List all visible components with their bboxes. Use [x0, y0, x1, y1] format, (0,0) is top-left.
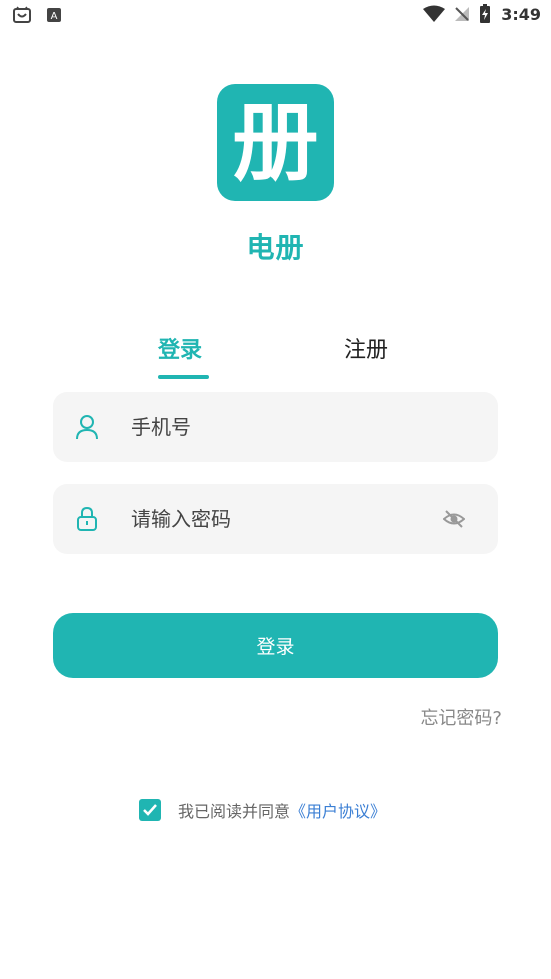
tab-register[interactable]: 注册 — [344, 332, 388, 364]
lock-icon — [77, 506, 97, 531]
app-logo-glyph: 册 — [232, 92, 319, 193]
store-notification-icon — [13, 6, 31, 23]
phone-field[interactable] — [53, 392, 498, 462]
forgot-password-link[interactable]: 忘记密码? — [420, 704, 502, 730]
check-icon — [143, 804, 157, 816]
password-input[interactable] — [131, 484, 431, 554]
status-bar: A 3:49 — [0, 0, 551, 30]
keyboard-notification-icon: A — [47, 8, 61, 22]
password-field[interactable] — [53, 484, 498, 554]
app-name: 电册 — [246, 231, 305, 264]
no-signal-icon — [455, 7, 470, 21]
svg-text:A: A — [51, 11, 58, 22]
status-time: 3:49 — [501, 4, 541, 24]
agreement-row: 我已阅读并同意 《用户协议》 — [139, 798, 386, 822]
login-button[interactable]: 登录 — [53, 613, 498, 678]
wifi-icon — [423, 5, 446, 22]
agreement-text: 我已阅读并同意 — [178, 802, 291, 821]
eye-off-icon[interactable] — [443, 508, 465, 530]
tab-login[interactable]: 登录 — [158, 332, 202, 364]
tab-active-indicator — [158, 375, 209, 379]
user-icon — [76, 415, 98, 440]
app-logo: 册 — [217, 84, 334, 201]
user-agreement-link[interactable]: 《用户协议》 — [290, 798, 386, 822]
battery-charging-icon — [480, 4, 491, 23]
status-bar-left: A — [12, 5, 62, 25]
status-bar-right: 3:49 — [423, 4, 541, 24]
phone-input[interactable] — [131, 392, 431, 462]
agreement-checkbox[interactable] — [139, 799, 161, 821]
